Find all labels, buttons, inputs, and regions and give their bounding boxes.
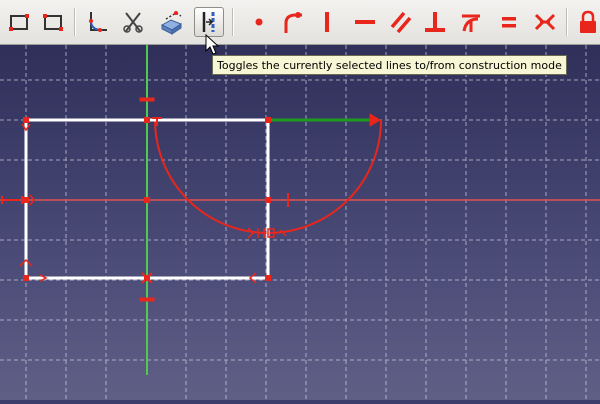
vertical-constraint-icon (325, 12, 329, 32)
sketcher-toolbar (0, 0, 600, 45)
horizontal-constraint-icon (355, 20, 375, 24)
point-on-object-icon (284, 12, 302, 33)
lock-icon (580, 10, 596, 33)
constrain-horizontal-button[interactable] (350, 7, 380, 37)
symmetric-constraint-icon (534, 13, 556, 31)
constrain-vertical-button[interactable] (312, 7, 342, 37)
construction-tooltip: Toggles the currently selected lines to/… (212, 55, 567, 75)
constrain-coincident-button[interactable] (244, 7, 274, 37)
toggle-construction-button[interactable] (194, 7, 224, 37)
sketch-polyline-button[interactable] (38, 7, 68, 37)
tangent-constraint-icon (462, 14, 480, 32)
perpendicular-constraint-icon (425, 12, 445, 32)
parallel-constraint-icon (390, 11, 412, 34)
sketch-external-geometry-button[interactable] (156, 7, 186, 37)
constrain-parallel-button[interactable] (386, 7, 416, 37)
constrain-point-on-object-button[interactable] (278, 7, 308, 37)
equal-constraint-icon (502, 17, 516, 28)
trim-icon (123, 12, 143, 33)
rectangle-icon (9, 14, 29, 31)
sketch-fillet-button[interactable] (82, 7, 112, 37)
constrain-perpendicular-button[interactable] (420, 7, 450, 37)
fillet-icon (89, 12, 107, 32)
sketch-rectangle-button[interactable] (4, 7, 34, 37)
constrain-symmetric-button[interactable] (530, 7, 560, 37)
construction-toggle-icon (202, 12, 215, 32)
sketch-trim-button[interactable] (118, 7, 148, 37)
coincident-point-icon (255, 18, 263, 26)
constrain-equal-button[interactable] (494, 7, 524, 37)
polyline-icon (43, 14, 63, 31)
sketch-viewport[interactable] (0, 45, 600, 400)
external-geometry-icon (160, 11, 183, 35)
constrain-lock-button[interactable] (576, 7, 600, 37)
constrain-tangent-button[interactable] (456, 7, 486, 37)
mouse-cursor-icon (205, 34, 219, 55)
grid (0, 45, 600, 400)
sketch-canvas[interactable] (0, 45, 600, 400)
